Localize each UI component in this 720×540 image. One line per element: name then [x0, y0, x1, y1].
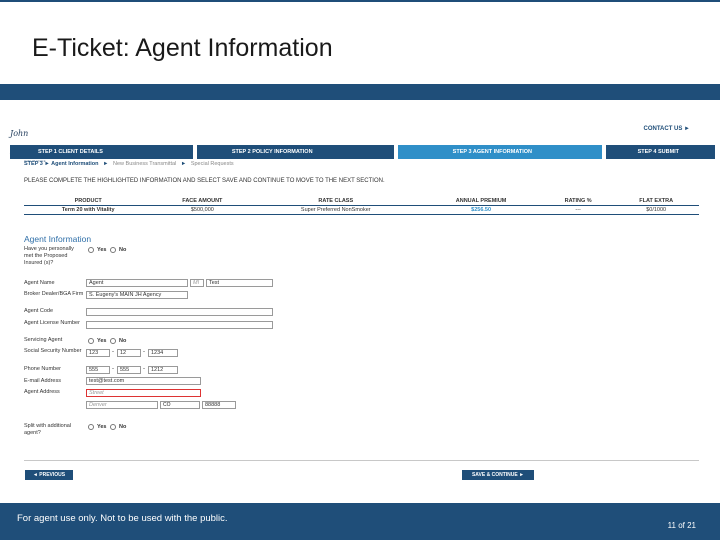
agent-code-label: Agent Code [24, 308, 54, 314]
split-agent-label: Split with additional agent? [24, 423, 72, 436]
step-client-details[interactable]: STEP 1 CLIENT DETAILS [10, 145, 193, 159]
agent-license-input[interactable] [86, 321, 273, 329]
servicing-no-radio[interactable] [110, 338, 116, 344]
john-hancock-logo: John Hancock INSURANCE [10, 123, 56, 163]
agent-name-label: Agent Name [24, 280, 55, 286]
split-no-label: No [119, 424, 127, 430]
broker-label: Broker Dealer/BGA Firm [24, 291, 84, 297]
servicing-yes-label: Yes [97, 338, 107, 344]
agent-address-label: Agent Address [24, 389, 60, 395]
servicing-no-label: No [119, 338, 127, 344]
cell-annual-premium: $256.50 [419, 205, 543, 215]
phone-dash: - [112, 366, 114, 372]
ssn-dash: - [143, 349, 145, 355]
step-submit[interactable]: STEP 4 SUBMIT [605, 145, 715, 159]
col-header: RATING % [542, 197, 614, 206]
servicing-yes-radio[interactable] [88, 338, 94, 344]
street-input[interactable]: Street [86, 389, 201, 397]
zip-input[interactable]: 88888 [202, 401, 236, 409]
form-divider [24, 460, 699, 461]
servicing-agent-label: Servicing Agent [24, 337, 63, 343]
slide-top-rule [0, 0, 720, 2]
ssn-dash: - [112, 349, 114, 355]
email-input[interactable]: test@test.com [86, 377, 201, 385]
instruction-text: PLEASE COMPLETE THE HIGHLIGHTED INFORMAT… [24, 178, 385, 184]
cell-rate-class: Super Preferred NonSmoker [252, 205, 420, 215]
met-no-label: No [119, 247, 127, 253]
substep-breadcrumb: STEP 3 ► Agent Information ► New Busines… [24, 161, 234, 167]
contact-us-link[interactable]: CONTACT US ► [644, 126, 691, 132]
ssn-part1-input[interactable]: 123 [86, 349, 110, 357]
split-no-radio[interactable] [110, 424, 116, 430]
ssn-part3-input[interactable]: 1234 [148, 349, 178, 357]
step-policy-information[interactable]: STEP 2 POLICY INFORMATION [196, 145, 394, 159]
state-select[interactable]: CO [160, 401, 200, 409]
cell-rating: --- [542, 205, 614, 215]
substep-new-business-transmittal[interactable]: New Business Transmittal [113, 161, 176, 167]
step-navigation: STEP 1 CLIENT DETAILS STEP 2 POLICY INFO… [10, 145, 715, 159]
substep-arrow-icon: ► [103, 161, 109, 167]
page-number: 11 of 21 [667, 521, 696, 530]
broker-input[interactable]: S. Eugeny's MAIN JH Agency [86, 291, 188, 299]
met-yes-radio[interactable] [88, 247, 94, 253]
substep-agent-information: STEP 3 ► Agent Information [24, 161, 99, 167]
city-input[interactable]: Denver [86, 401, 158, 409]
substep-arrow-icon: ► [180, 161, 187, 167]
cell-face-amount: $500,000 [152, 205, 253, 215]
cell-product: Term 20 with Vitality [24, 205, 153, 215]
slide-title: E-Ticket: Agent Information [32, 34, 333, 62]
slide-header-band [0, 84, 720, 100]
footer-disclaimer: For agent use only. Not to be used with … [17, 513, 228, 524]
met-proposed-label: Have you personally met the Proposed Ins… [24, 246, 74, 266]
agent-license-label: Agent License Number [24, 320, 80, 326]
agent-code-input[interactable] [86, 308, 273, 316]
col-header: RATE CLASS [252, 197, 420, 206]
agent-information-heading: Agent Information [24, 234, 92, 244]
met-yes-label: Yes [97, 247, 107, 253]
phone-dash: - [143, 366, 145, 372]
agent-last-name-input[interactable]: Test [206, 279, 273, 287]
phone-line-input[interactable]: 1212 [148, 366, 178, 374]
eticket-screenshot: John Hancock INSURANCE CONTACT US ► STEP… [0, 100, 720, 502]
agent-first-name-input[interactable]: Agent [86, 279, 188, 287]
substep-special-requests[interactable]: Special Requests [191, 161, 234, 167]
met-no-radio[interactable] [110, 247, 116, 253]
email-label: E-mail Address [24, 378, 61, 384]
agent-mi-input[interactable]: MI [190, 279, 204, 287]
save-and-continue-button[interactable]: SAVE & CONTINUE ► [462, 470, 534, 480]
phone-label: Phone Number [24, 366, 61, 372]
ssn-label: Social Security Number [24, 348, 82, 354]
phone-prefix-input[interactable]: 555 [117, 366, 141, 374]
cell-flat-extra: $0/1000 [613, 205, 699, 215]
step-agent-information[interactable]: STEP 3 AGENT INFORMATION [397, 145, 602, 159]
state-value: CO [163, 402, 171, 408]
ssn-part2-input[interactable]: 12 [117, 349, 141, 357]
split-yes-radio[interactable] [88, 424, 94, 430]
split-yes-label: Yes [97, 424, 107, 430]
previous-button[interactable]: ◄ PREVIOUS [25, 470, 73, 480]
table-header-row: PRODUCT FACE AMOUNT RATE CLASS ANNUAL PR… [24, 197, 699, 206]
col-header: ANNUAL PREMIUM [419, 197, 543, 206]
col-header: PRODUCT [24, 197, 153, 206]
product-table: PRODUCT FACE AMOUNT RATE CLASS ANNUAL PR… [24, 197, 699, 215]
col-header: FLAT EXTRA [613, 197, 699, 206]
table-row: Term 20 with Vitality $500,000 Super Pre… [24, 205, 699, 215]
col-header: FACE AMOUNT [152, 197, 253, 206]
slide-footer: For agent use only. Not to be used with … [0, 503, 720, 540]
phone-area-input[interactable]: 555 [86, 366, 110, 374]
